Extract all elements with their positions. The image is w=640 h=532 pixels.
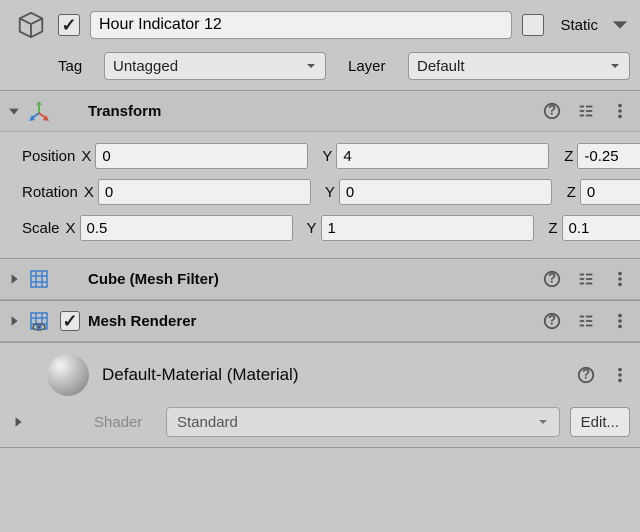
axis-y-label: Y	[316, 148, 332, 165]
rotation-z-input[interactable]	[580, 179, 640, 205]
rotation-x-input[interactable]	[98, 179, 311, 205]
rotation-row: Rotation X Y Z	[12, 174, 628, 210]
help-icon[interactable]: ?	[542, 101, 562, 121]
scale-y-input[interactable]	[321, 215, 534, 241]
help-icon[interactable]: ?	[542, 311, 562, 331]
transform-header[interactable]: Transform ?	[0, 90, 640, 132]
material-preview-thumb[interactable]	[44, 351, 92, 399]
static-label: Static	[554, 17, 600, 34]
scale-label: Scale	[12, 220, 60, 237]
layer-label: Layer	[348, 58, 398, 75]
transform-title: Transform	[88, 103, 542, 120]
mesh-filter-title: Cube (Mesh Filter)	[88, 271, 542, 288]
kebab-menu-icon[interactable]	[610, 269, 630, 289]
transform-body: Position X Y Z Rotation X Y Z Scale X Y …	[0, 132, 640, 258]
static-checkbox[interactable]	[522, 14, 544, 36]
position-z-input[interactable]	[577, 143, 640, 169]
material-block: Default-Material (Material) ? Shader Sta…	[0, 342, 640, 447]
static-dropdown-caret[interactable]	[610, 15, 630, 35]
position-row: Position X Y Z	[12, 138, 628, 174]
svg-text:?: ?	[548, 271, 556, 286]
object-name-input[interactable]	[90, 11, 512, 39]
shader-dropdown[interactable]: Standard	[166, 407, 560, 437]
preset-icon[interactable]	[576, 101, 596, 121]
scale-row: Scale X Y Z	[12, 210, 628, 246]
mesh-renderer-enabled-checkbox[interactable]	[60, 311, 80, 331]
preset-icon[interactable]	[576, 311, 596, 331]
axis-z-label: Z	[557, 148, 573, 165]
rotation-y-input[interactable]	[339, 179, 552, 205]
kebab-menu-icon[interactable]	[610, 101, 630, 121]
preset-icon[interactable]	[576, 269, 596, 289]
mesh-filter-icon	[28, 268, 50, 290]
help-icon[interactable]: ?	[542, 269, 562, 289]
tag-label: Tag	[58, 58, 94, 75]
position-x-input[interactable]	[95, 143, 308, 169]
mesh-renderer-header[interactable]: Mesh Renderer ?	[0, 300, 640, 342]
inspector-panel: Static Tag Untagged Layer Default	[0, 0, 640, 457]
svg-text:?: ?	[582, 367, 590, 382]
axis-x-label: X	[75, 148, 91, 165]
transform-foldout-icon[interactable]	[6, 103, 22, 119]
mesh-renderer-icon	[28, 310, 50, 332]
active-checkbox[interactable]	[58, 14, 80, 36]
gameobject-icon[interactable]	[14, 8, 48, 42]
svg-text:?: ?	[548, 313, 556, 328]
layer-value: Default	[417, 58, 465, 75]
mesh-renderer-title: Mesh Renderer	[88, 313, 542, 330]
material-name: Default-Material (Material)	[102, 365, 566, 385]
shader-value: Standard	[177, 414, 238, 431]
tag-value: Untagged	[113, 58, 178, 75]
rotation-label: Rotation	[12, 184, 78, 201]
divider	[0, 447, 640, 457]
scale-x-input[interactable]	[80, 215, 293, 241]
mesh-filter-foldout-icon[interactable]	[6, 271, 22, 287]
kebab-menu-icon[interactable]	[610, 311, 630, 331]
help-icon[interactable]: ?	[576, 365, 596, 385]
layer-dropdown[interactable]: Default	[408, 52, 630, 80]
mesh-filter-header[interactable]: Cube (Mesh Filter) ?	[0, 258, 640, 300]
gameobject-header: Static Tag Untagged Layer Default	[0, 0, 640, 90]
transform-icon	[28, 100, 50, 122]
tag-dropdown[interactable]: Untagged	[104, 52, 326, 80]
position-label: Position	[12, 148, 75, 165]
svg-text:?: ?	[548, 103, 556, 118]
material-foldout-icon[interactable]	[10, 414, 26, 430]
position-y-input[interactable]	[336, 143, 549, 169]
scale-z-input[interactable]	[562, 215, 640, 241]
kebab-menu-icon[interactable]	[610, 365, 630, 385]
mesh-renderer-foldout-icon[interactable]	[6, 313, 22, 329]
edit-button[interactable]: Edit...	[570, 407, 630, 437]
shader-label: Shader	[94, 414, 156, 431]
